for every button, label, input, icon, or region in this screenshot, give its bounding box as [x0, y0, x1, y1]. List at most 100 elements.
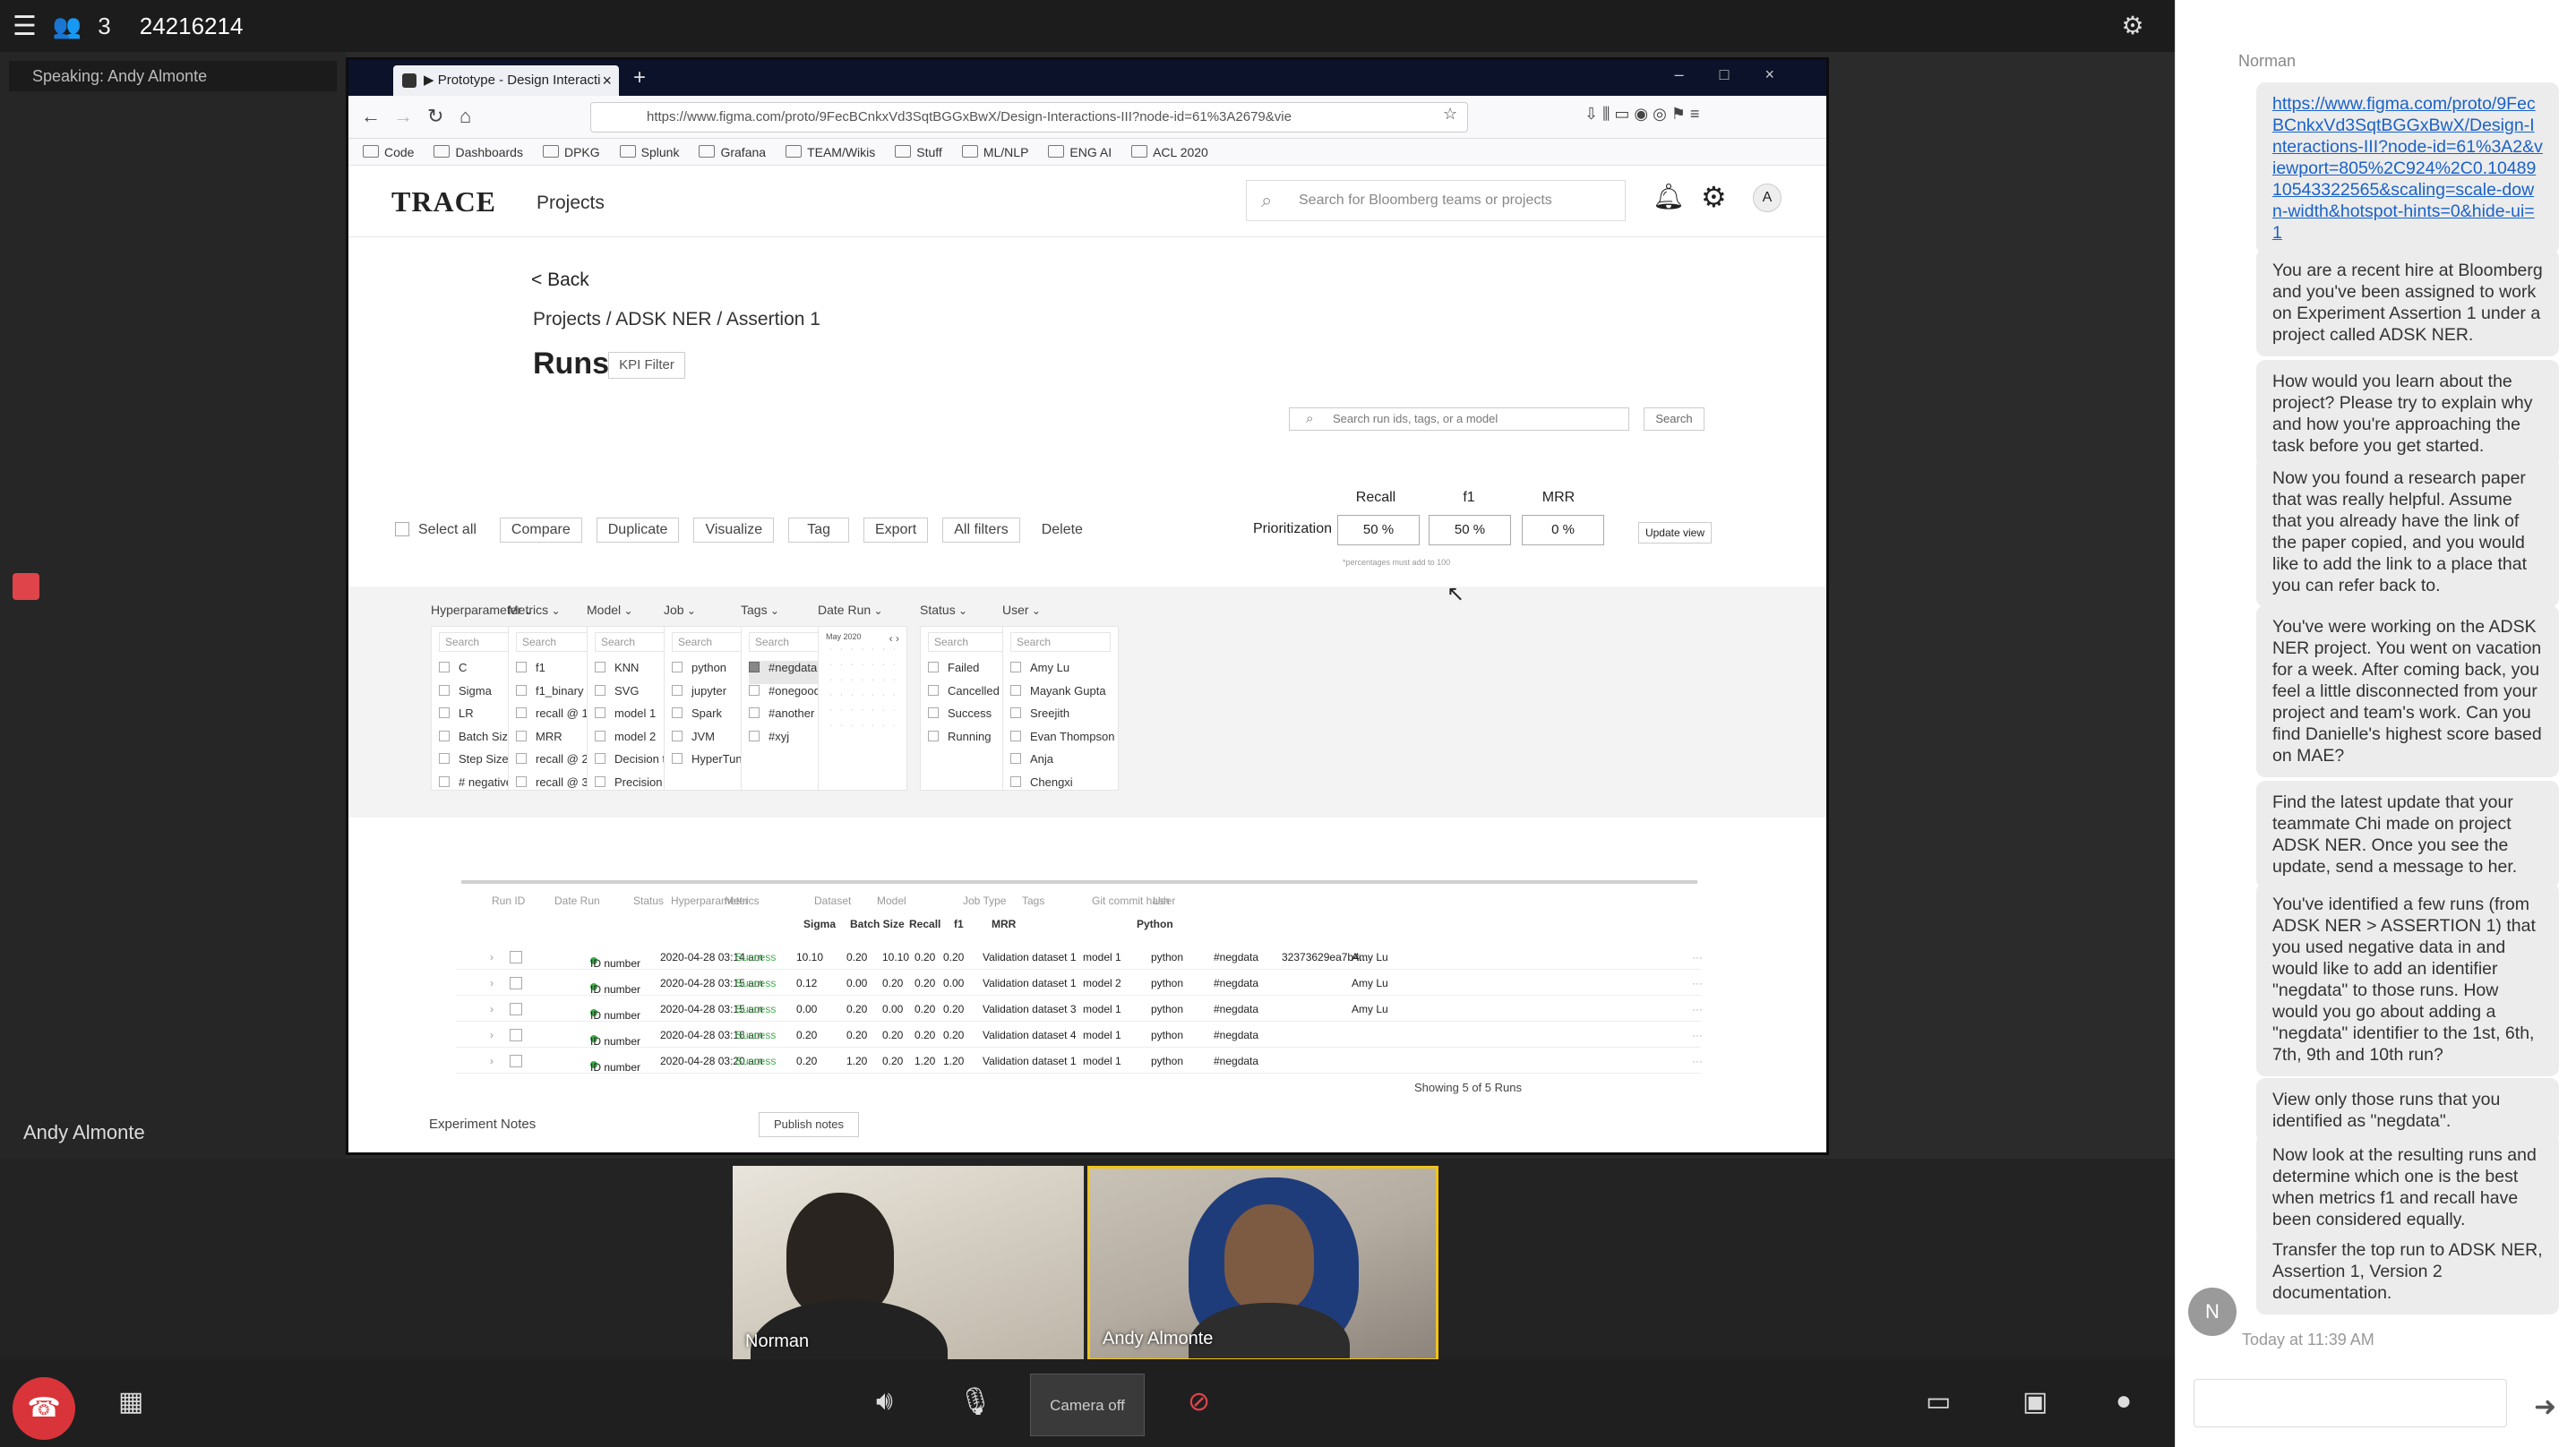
chat-bubble-icon[interactable]: ●	[2116, 1386, 2132, 1417]
calendar-day[interactable]: ·	[879, 723, 889, 729]
filter-checkbox[interactable]	[749, 684, 760, 696]
present-icon[interactable]: ▣	[2022, 1386, 2048, 1417]
bookmark-item[interactable]: Grafana	[699, 145, 766, 159]
filter-option[interactable]: Mayank Gupta	[1010, 684, 1111, 707]
team-search-input[interactable]: ⌕ Search for Bloomberg teams or projects	[1246, 180, 1626, 221]
filter-checkbox[interactable]	[749, 707, 760, 718]
record-stop-icon[interactable]	[13, 573, 39, 600]
export-button[interactable]: Export	[863, 518, 929, 543]
table-group-header[interactable]: Model	[877, 895, 906, 907]
table-row[interactable]: › ID number 2020-04-28 03:15 am Success 0.00…	[456, 997, 1703, 1022]
compare-button[interactable]: Compare	[499, 518, 582, 543]
filter-checkbox[interactable]	[672, 707, 683, 718]
row-checkbox[interactable]	[510, 951, 522, 963]
filter-checkbox[interactable]	[1010, 730, 1021, 741]
filter-checkbox[interactable]	[928, 662, 939, 672]
filter-checkbox[interactable]	[439, 753, 450, 764]
filter-checkbox[interactable]	[516, 707, 527, 718]
row-more-icon[interactable]: ···	[1692, 951, 1703, 963]
camera-off-button[interactable]: Camera off	[1030, 1374, 1145, 1436]
run-id[interactable]: ID number	[590, 957, 640, 970]
video-off-icon[interactable]: ⊘	[1188, 1386, 1210, 1417]
video-tile-norman[interactable]: Norman	[733, 1166, 1084, 1361]
calendar-day[interactable]: ·	[846, 707, 857, 714]
calendar-grid[interactable]: · · · · · · · · · · · · · · · · · · · · · · · · · · · · · · · · · · · · · · · ·…	[826, 646, 899, 729]
filter-checkbox[interactable]	[928, 684, 939, 696]
filter-search-input[interactable]: Search	[1010, 632, 1111, 652]
bookmark-star-icon[interactable]: ☆	[1443, 105, 1457, 124]
table-row[interactable]: › ID number 2020-04-28 03:14 am Success 10.1…	[456, 945, 1703, 970]
bookmark-item[interactable]: ML/NLP	[962, 145, 1029, 159]
browser-tab[interactable]: ▶ Prototype - Design Interacti ×	[393, 65, 619, 96]
row-more-icon[interactable]: ···	[1692, 977, 1703, 989]
calendar-day[interactable]: ·	[846, 692, 857, 698]
calendar-day[interactable]: ·	[837, 723, 847, 729]
calendar-day[interactable]: ·	[846, 662, 857, 668]
table-group-header[interactable]: Metrics	[725, 895, 760, 907]
calendar-day[interactable]: ·	[857, 677, 868, 683]
filter-checkbox[interactable]	[1010, 707, 1021, 718]
calendar-day[interactable]: ·	[837, 677, 847, 683]
expand-row-icon[interactable]: ›	[490, 1029, 494, 1041]
filter-checkbox[interactable]	[749, 662, 760, 672]
forward-arrow-icon[interactable]: →	[393, 105, 413, 128]
filter-header[interactable]: Date Run	[818, 603, 907, 617]
chat-message-input[interactable]	[2194, 1379, 2507, 1427]
table-sub-header[interactable]: Sigma	[803, 918, 836, 930]
run-search-input[interactable]: ⌕ Search run ids, tags, or a model	[1289, 407, 1629, 431]
speaker-icon[interactable]: 🔊︎	[876, 1386, 893, 1417]
calendar-day[interactable]: ·	[868, 707, 879, 714]
calendar-day[interactable]: ·	[846, 646, 857, 653]
table-sub-header[interactable]: Batch Size	[850, 918, 905, 930]
bookmark-item[interactable]: Code	[363, 145, 414, 159]
calendar-day[interactable]: ·	[868, 723, 879, 729]
kpi-filter-button[interactable]: KPI Filter	[608, 352, 685, 379]
table-scrollbar[interactable]	[461, 880, 1697, 884]
calendar-day[interactable]: ·	[889, 692, 899, 698]
run-id[interactable]: ID number	[590, 1009, 640, 1022]
calendar-day[interactable]: ·	[868, 692, 879, 698]
avatar[interactable]: A	[1753, 184, 1782, 212]
expand-row-icon[interactable]: ›	[490, 1003, 494, 1015]
filter-checkbox[interactable]	[439, 662, 450, 672]
expand-row-icon[interactable]: ›	[490, 951, 494, 963]
calendar-day[interactable]: ·	[857, 692, 868, 698]
calendar-day[interactable]: ·	[868, 662, 879, 668]
calendar-day[interactable]: ·	[826, 646, 837, 653]
filter-checkbox[interactable]	[595, 662, 605, 672]
chat-link-message[interactable]: https://www.figma.com/proto/9FecBCnkxVd3…	[2256, 82, 2559, 254]
table-sub-header[interactable]: Recall	[909, 918, 940, 930]
video-tile-andy[interactable]: Andy Almonte	[1087, 1166, 1438, 1361]
hang-up-button[interactable]: ☎	[13, 1377, 75, 1440]
table-group-header[interactable]: User	[1153, 895, 1175, 907]
filter-checkbox[interactable]	[439, 775, 450, 787]
filter-checkbox[interactable]	[1010, 753, 1021, 764]
calendar-day[interactable]: ·	[879, 707, 889, 714]
window-controls[interactable]: –□×	[1675, 65, 1810, 84]
recall-weight-input[interactable]: 50 %	[1337, 515, 1420, 545]
filter-checkbox[interactable]	[439, 730, 450, 741]
delete-button[interactable]: Delete	[1042, 522, 1083, 538]
expand-row-icon[interactable]: ›	[490, 1055, 494, 1067]
filter-checkbox[interactable]	[672, 662, 683, 672]
send-arrow-icon[interactable]: ➜	[2534, 1391, 2556, 1423]
filter-checkbox[interactable]	[928, 707, 939, 718]
run-id[interactable]: ID number	[590, 983, 640, 996]
filter-checkbox[interactable]	[595, 730, 605, 741]
table-group-header[interactable]: Dataset	[814, 895, 851, 907]
filter-checkbox[interactable]	[672, 684, 683, 696]
calendar-day[interactable]: ·	[826, 692, 837, 698]
calendar-day[interactable]: ·	[846, 677, 857, 683]
gear-icon[interactable]: ⚙	[1701, 180, 1727, 214]
calendar-day[interactable]: ·	[879, 677, 889, 683]
filter-checkbox[interactable]	[672, 753, 683, 764]
select-all-checkbox[interactable]	[395, 522, 409, 538]
filter-checkbox[interactable]	[1010, 775, 1021, 787]
home-icon[interactable]: ⌂	[459, 105, 471, 128]
run-search-button[interactable]: Search	[1644, 407, 1704, 431]
bookmark-item[interactable]: TEAM/Wikis	[786, 145, 875, 159]
filter-checkbox[interactable]	[595, 753, 605, 764]
filter-checkbox[interactable]	[595, 775, 605, 787]
filter-checkbox[interactable]	[595, 707, 605, 718]
calendar-day[interactable]: ·	[879, 662, 889, 668]
